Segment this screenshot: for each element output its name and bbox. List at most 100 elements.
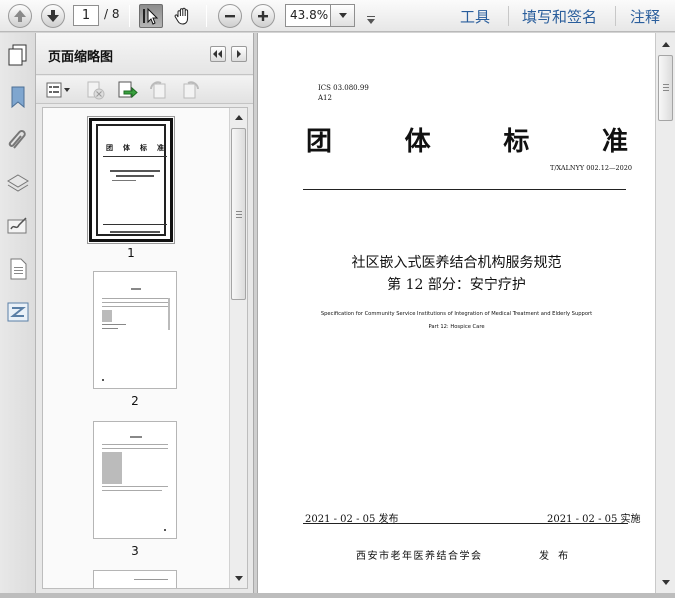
thumbnail-scrollbar[interactable] xyxy=(229,108,247,588)
document-view: ICS 03.080.99 A12 团 体 标 准 T/XALNYY 002.1… xyxy=(258,33,675,593)
next-page-button[interactable] xyxy=(41,4,65,28)
thumbnail-page-4-partial[interactable] xyxy=(93,570,177,588)
scroll-down-button[interactable] xyxy=(230,570,247,586)
collapse-panel-button[interactable] xyxy=(210,46,226,62)
panel-title: 页面缩略图 xyxy=(48,50,114,65)
navigation-strip xyxy=(0,33,36,593)
scroll-thumb[interactable] xyxy=(658,55,673,121)
delete-pages-button[interactable] xyxy=(84,80,106,100)
page-number-input[interactable]: 1 xyxy=(73,5,99,26)
thumbnail-rule xyxy=(103,156,167,157)
thumbnail-page-2[interactable] xyxy=(93,271,177,389)
scroll-grip xyxy=(663,84,669,85)
toolbar-divider xyxy=(206,5,207,27)
zoom-in-icon xyxy=(258,11,268,21)
double-chevron-left-icon xyxy=(213,50,222,58)
toolbar-more-button[interactable] xyxy=(367,11,375,30)
thumbnail-text-line xyxy=(130,436,142,438)
rotate-left-icon xyxy=(150,81,166,99)
layers-nav-button[interactable] xyxy=(6,171,30,195)
toolbar-divider xyxy=(129,5,130,27)
extract-pages-button[interactable] xyxy=(116,80,138,100)
thumb-title-char: 团 xyxy=(106,144,113,152)
main-toolbar: 1 / 8 43.8% 工具 填写和签名 注释 xyxy=(0,0,675,32)
title-char: 体 xyxy=(404,127,431,157)
scroll-grip xyxy=(236,217,242,218)
paperclip-icon xyxy=(8,130,26,149)
chevron-up-icon xyxy=(661,41,670,47)
scroll-up-button[interactable] xyxy=(230,109,247,125)
thumbnail-list: 团 体 标 准 1 2 3 xyxy=(42,107,248,589)
scroll-up-button[interactable] xyxy=(657,36,674,52)
menu-comment[interactable]: 注释 xyxy=(630,6,660,27)
document-icon xyxy=(10,258,27,280)
thumb-title-char: 准 xyxy=(157,144,164,152)
attachments-nav-button[interactable] xyxy=(6,128,30,152)
menu-divider xyxy=(508,6,509,26)
title-char: 准 xyxy=(601,127,628,157)
pdf-viewer-window: 1 / 8 43.8% 工具 填写和签名 注释 页面缩略图 团 体 标 准 1 … xyxy=(0,0,675,598)
title-char: 标 xyxy=(503,127,530,157)
zoom-out-button[interactable] xyxy=(218,4,242,28)
menu-fill-and-sign[interactable]: 填写和签名 xyxy=(522,6,597,27)
status-bar xyxy=(0,593,675,598)
thumbnail-text-line xyxy=(102,444,168,445)
thumbnail-title: 团 体 标 准 xyxy=(106,143,164,153)
thumbnail-text-line xyxy=(102,302,170,303)
thumbnail-page-number: 3 xyxy=(131,544,139,558)
rotate-right-icon xyxy=(183,81,199,99)
hand-icon xyxy=(174,7,189,25)
zoom-level-input[interactable]: 43.8% xyxy=(285,4,331,27)
scroll-down-button[interactable] xyxy=(657,574,674,590)
thumbnail-text-line xyxy=(102,452,122,484)
menu-tools[interactable]: 工具 xyxy=(460,6,490,27)
english-title-line-1: Specification for Community Service Inst… xyxy=(320,311,593,317)
ics-line: ICS 03.080.99 xyxy=(318,84,369,92)
document-scrollbar[interactable] xyxy=(655,33,675,593)
title-char: 团 xyxy=(306,127,333,157)
scroll-grip xyxy=(663,90,669,91)
rotate-right-button[interactable] xyxy=(179,80,201,100)
signatures-nav-button[interactable] xyxy=(6,215,30,239)
thumbnail-text-line xyxy=(102,448,168,449)
chevron-right-icon xyxy=(237,50,241,58)
thumbnail-options-button[interactable] xyxy=(45,80,73,100)
arrow-up-icon xyxy=(14,10,26,22)
scroll-grip xyxy=(663,87,669,88)
chevron-up-icon xyxy=(234,114,243,120)
chinese-title-line-2: 第 12 部分：安宁疗护 xyxy=(387,277,526,293)
select-tool-button[interactable] xyxy=(139,4,163,28)
hand-tool-button[interactable] xyxy=(171,4,195,28)
zoom-dropdown-button[interactable] xyxy=(331,4,355,27)
more-arrow-icon xyxy=(367,16,375,24)
page-thumbnails-nav-button[interactable] xyxy=(6,43,30,67)
compare-nav-button[interactable] xyxy=(6,300,30,324)
layers-icon xyxy=(7,174,29,192)
chinese-title-line-1: 社区嵌入式医养结合机构服务规范 xyxy=(351,255,562,271)
thumbnail-panel: 页面缩略图 团 体 标 准 1 2 3 xyxy=(36,33,253,593)
thumbnail-page-3[interactable] xyxy=(93,421,177,539)
select-cursor-icon xyxy=(143,7,159,25)
thumbnail-text-line xyxy=(102,490,162,491)
thumbnail-text-line xyxy=(102,306,170,307)
thumb-title-char: 体 xyxy=(123,144,130,152)
thumbnail-page-1[interactable]: 团 体 标 准 xyxy=(87,116,175,244)
content-nav-button[interactable] xyxy=(6,257,30,281)
chevron-down-icon xyxy=(234,575,243,581)
bookmarks-nav-button[interactable] xyxy=(6,85,30,109)
thumbnail-text-line xyxy=(168,298,170,330)
zoom-in-button[interactable] xyxy=(251,4,275,28)
thumbnail-text-line xyxy=(134,579,168,580)
expand-panel-button[interactable] xyxy=(231,46,247,62)
issue-label: 发 布 xyxy=(539,551,572,562)
english-title-line-2: Part 12: Hospice Care xyxy=(428,324,485,330)
delete-icon xyxy=(87,81,105,100)
extract-icon xyxy=(118,81,138,99)
chevron-down-icon xyxy=(338,12,347,18)
thumbnail-page-frame: 团 体 标 准 xyxy=(96,124,167,236)
scroll-thumb[interactable] xyxy=(231,128,246,300)
previous-page-button[interactable] xyxy=(8,4,32,28)
page-total-label: / 8 xyxy=(104,7,120,21)
rotate-left-button[interactable] xyxy=(148,80,170,100)
ics-code: ICS 03.080.99 A12 xyxy=(318,83,369,103)
